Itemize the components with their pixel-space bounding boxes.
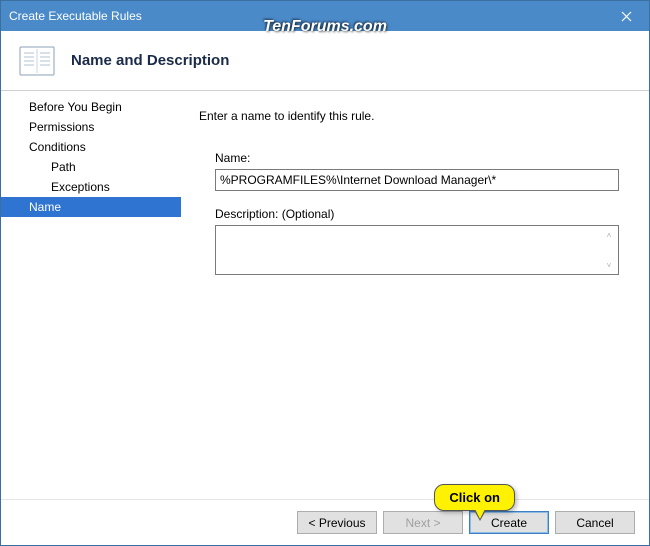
wizard-body: Before You BeginPermissionsConditionsPat…: [1, 91, 649, 499]
sidebar-item-permissions[interactable]: Permissions: [1, 117, 181, 137]
previous-button[interactable]: < Previous: [297, 511, 377, 534]
name-label: Name:: [215, 151, 619, 165]
titlebar: Create Executable Rules: [1, 1, 649, 31]
next-button: Next >: [383, 511, 463, 534]
close-button[interactable]: [604, 1, 649, 31]
sidebar-nav: Before You BeginPermissionsConditionsPat…: [1, 91, 181, 499]
sidebar-item-exceptions[interactable]: Exceptions: [1, 177, 181, 197]
close-icon: [621, 11, 632, 22]
sidebar-item-name[interactable]: Name: [1, 197, 181, 217]
page-title: Name and Description: [71, 52, 229, 69]
scroll-down-icon: ˅: [602, 258, 616, 272]
description-label: Description: (Optional): [215, 207, 619, 221]
content-area: Enter a name to identify this rule. Name…: [181, 91, 649, 499]
wizard-header-icon: [19, 46, 55, 76]
cancel-button[interactable]: Cancel: [555, 511, 635, 534]
sidebar-item-before-you-begin[interactable]: Before You Begin: [1, 97, 181, 117]
wizard-window: Create Executable Rules TenForums.com Na…: [0, 0, 650, 546]
name-input[interactable]: [215, 169, 619, 191]
description-input[interactable]: ˄ ˅: [215, 225, 619, 275]
scroll-up-icon: ˄: [602, 228, 616, 242]
window-title: Create Executable Rules: [9, 9, 142, 23]
create-button[interactable]: Create: [469, 511, 549, 534]
wizard-header: Name and Description: [1, 31, 649, 91]
footer-buttons: Click on < Previous Next > Create Cancel: [1, 499, 649, 545]
instruction-text: Enter a name to identify this rule.: [199, 109, 629, 123]
sidebar-item-conditions[interactable]: Conditions: [1, 137, 181, 157]
sidebar-item-path[interactable]: Path: [1, 157, 181, 177]
